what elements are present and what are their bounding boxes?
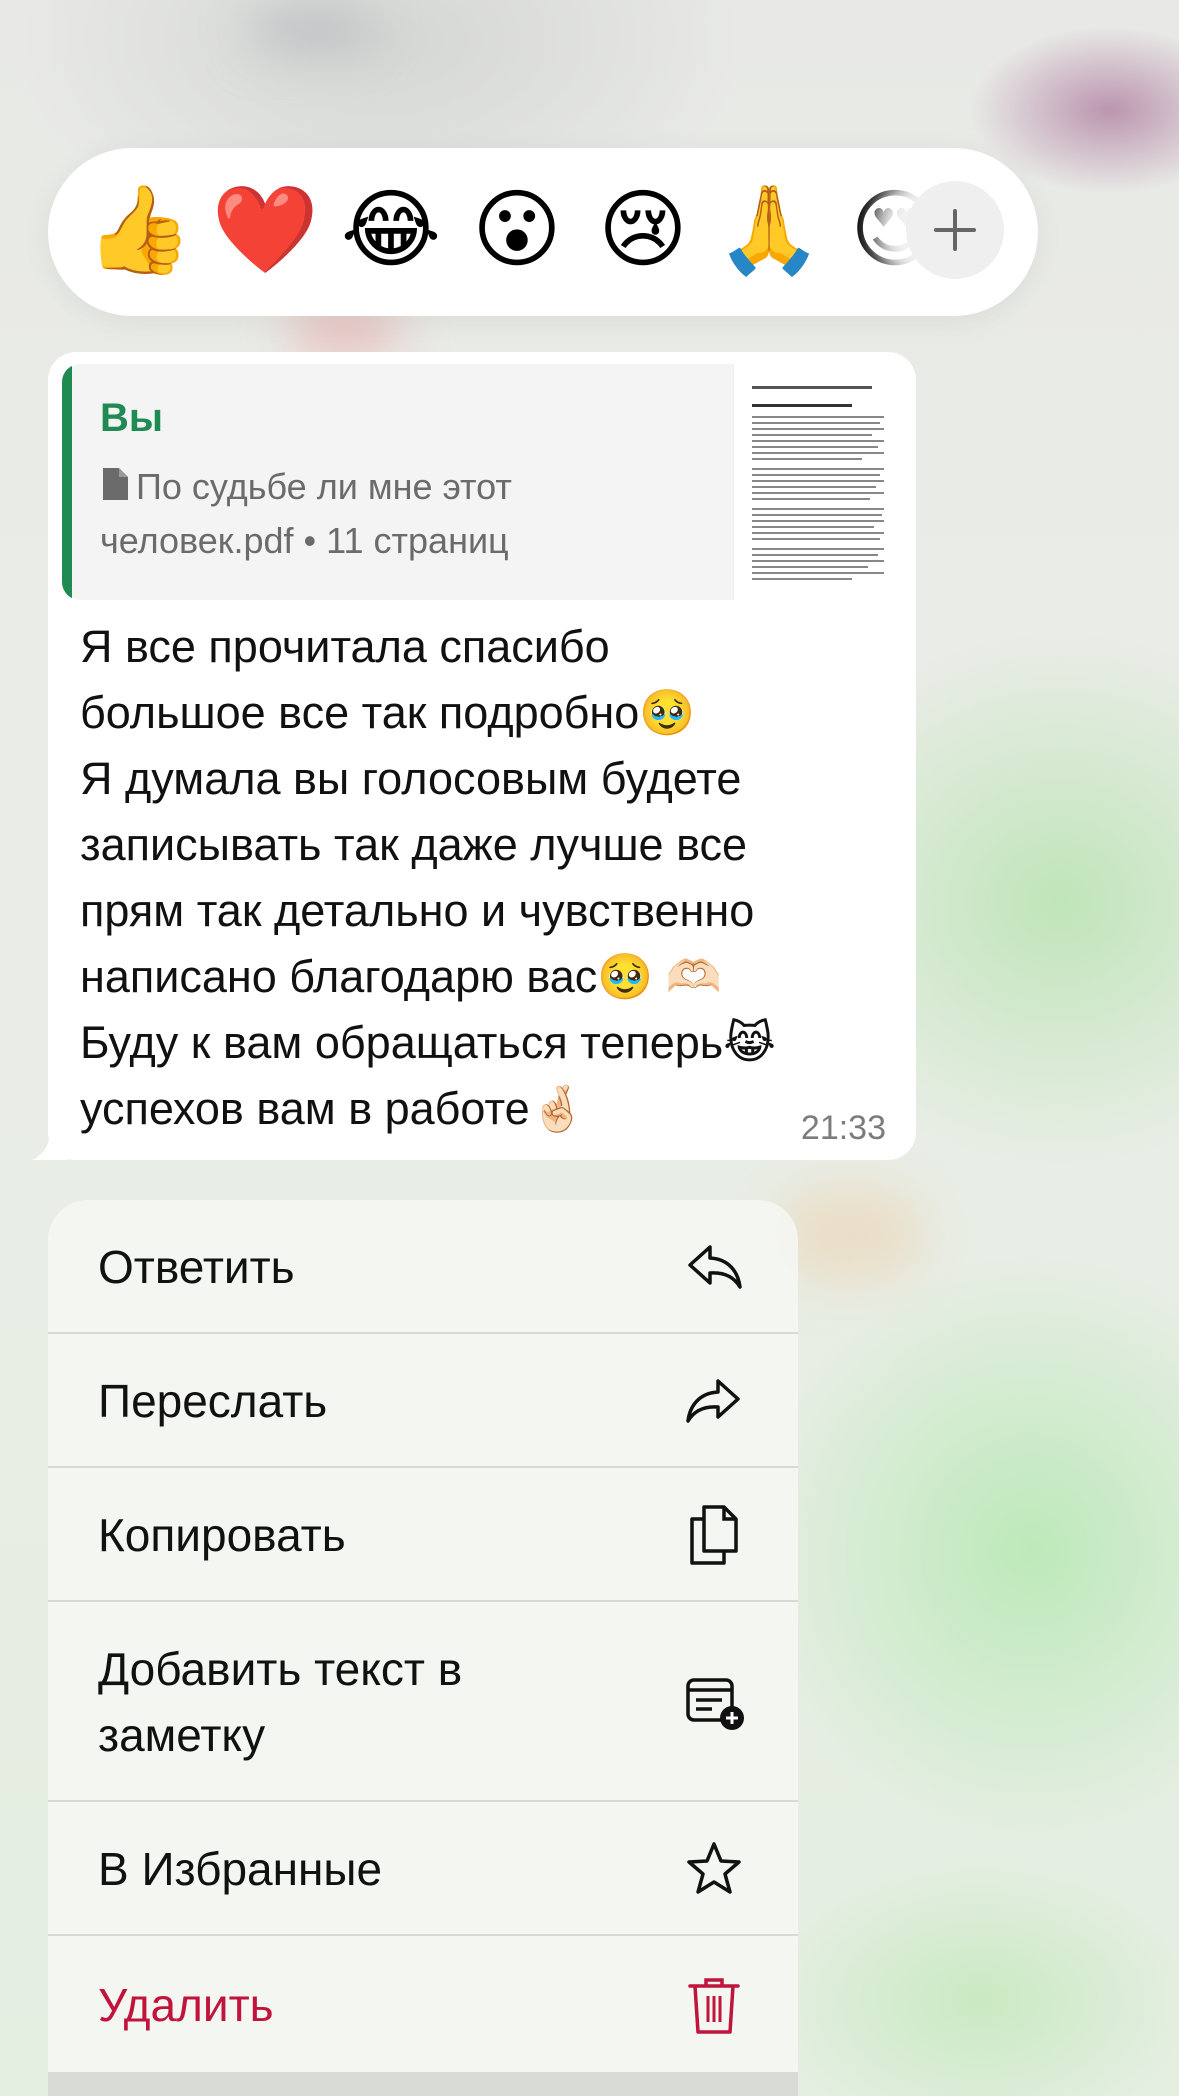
blurred-shape [250, 10, 370, 50]
surprised-face-icon[interactable]: 😮 [462, 170, 572, 290]
heart-icon[interactable]: ❤️ [210, 170, 320, 290]
reply-icon [682, 1235, 746, 1299]
crying-face-icon[interactable]: 😢 [588, 170, 698, 290]
menu-item-add-to-note[interactable]: Добавить текст в заметку [48, 1602, 798, 1802]
quote-file-info: По судьбе ли мне этот человек.pdf • 11 с… [100, 460, 580, 568]
more-reactions-button[interactable] [906, 181, 1004, 279]
copy-icon [682, 1503, 746, 1567]
folded-hands-icon[interactable]: 🙏 [714, 170, 824, 290]
quote-accent-bar [62, 364, 72, 600]
menu-item-copy[interactable]: Копировать [48, 1468, 798, 1602]
menu-bottom-separator [48, 2072, 798, 2096]
forward-icon [682, 1369, 746, 1433]
menu-item-forward[interactable]: Переслать [48, 1334, 798, 1468]
menu-item-label: Копировать [98, 1509, 346, 1561]
menu-item-label: Добавить текст в заметку [98, 1643, 463, 1761]
plus-icon [934, 209, 976, 251]
menu-item-delete[interactable]: Удалить [48, 1936, 798, 2072]
document-icon [103, 468, 128, 500]
file-name-line1: По судьбе ли мне этот [136, 466, 512, 507]
message-timestamp: 21:33 [800, 1109, 886, 1147]
menu-item-reply[interactable]: Ответить [48, 1200, 798, 1334]
thumbs-up-icon[interactable]: 👍 [84, 170, 194, 290]
menu-item-label: Ответить [98, 1241, 295, 1293]
pdf-thumbnail [733, 364, 902, 600]
menu-item-label: Переслать [98, 1375, 328, 1427]
quote-author: Вы [100, 396, 164, 440]
quoted-document[interactable]: Вы По судьбе ли мне этот человек.pdf • 1… [62, 364, 902, 600]
tears-of-joy-icon[interactable]: 😂 [336, 170, 446, 290]
add-note-icon [682, 1670, 746, 1734]
star-icon [682, 1837, 746, 1901]
menu-item-favorites[interactable]: В Избранные [48, 1802, 798, 1936]
message-bubble[interactable]: Вы По судьбе ли мне этот человек.pdf • 1… [48, 352, 916, 1160]
reaction-bar: 👍 ❤️ 😂 😮 😢 🙏 😍 [48, 148, 1038, 316]
blurred-shape [780, 1190, 920, 1280]
file-name-line2: человек.pdf • 11 страниц [100, 520, 509, 561]
pdf-page-preview [752, 386, 884, 580]
message-text: Я все прочитала спасибо большое все так … [80, 621, 776, 1134]
menu-item-label: Удалить [98, 1979, 274, 2031]
trash-icon [682, 1973, 746, 2037]
context-menu: Ответить Переслать Копировать Добавить т… [48, 1200, 798, 2096]
menu-item-label: В Избранные [98, 1843, 383, 1895]
